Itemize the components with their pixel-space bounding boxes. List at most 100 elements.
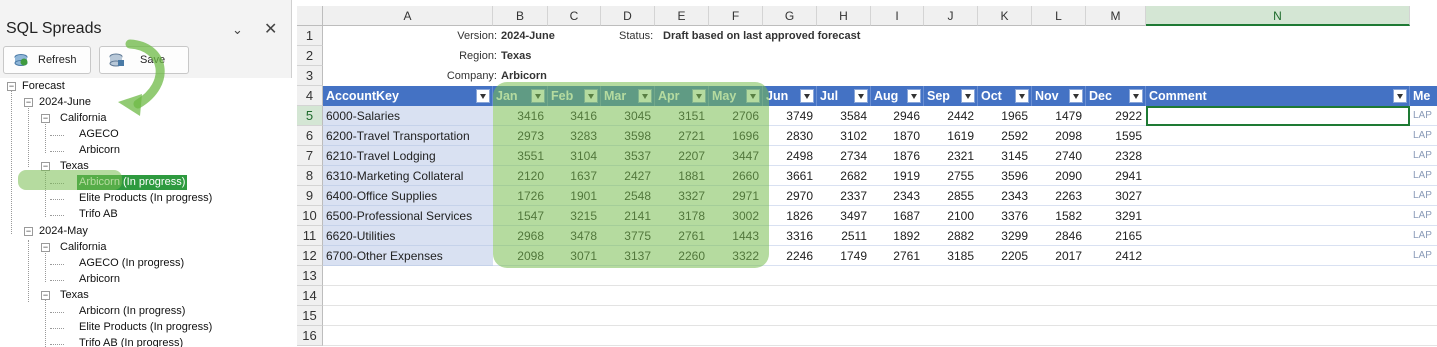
value-cell[interactable]: 2830	[763, 126, 817, 146]
account-key-cell[interactable]: 6700-Other Expenses	[323, 246, 493, 266]
value-cell[interactable]: 3215	[548, 206, 601, 226]
collapse-toggle-icon[interactable]: −	[24, 227, 33, 236]
value-cell[interactable]: 1637	[548, 166, 601, 186]
me-cell[interactable]: LAP	[1410, 206, 1437, 226]
column-header-h[interactable]: H	[817, 6, 871, 26]
value-cell[interactable]: 1892	[871, 226, 924, 246]
column-header-n[interactable]: N	[1146, 6, 1410, 26]
filter-dropdown-icon[interactable]	[692, 89, 706, 103]
account-key-cell[interactable]: 6000-Salaries	[323, 106, 493, 126]
value-cell[interactable]: 2855	[924, 186, 978, 206]
row-header-11[interactable]: 11	[297, 226, 323, 246]
value-cell[interactable]: 2740	[1032, 146, 1086, 166]
value-cell[interactable]: 3551	[493, 146, 548, 166]
value-cell[interactable]: 3537	[601, 146, 655, 166]
row-header-15[interactable]: 15	[297, 306, 323, 326]
row-header-13[interactable]: 13	[297, 266, 323, 286]
value-cell[interactable]: 2098	[1032, 126, 1086, 146]
value-cell[interactable]: 2660	[709, 166, 763, 186]
filter-dropdown-icon[interactable]	[584, 89, 598, 103]
value-cell[interactable]: 3497	[817, 206, 871, 226]
tree-node-california[interactable]: California	[60, 240, 106, 255]
tree-node-arbicorn[interactable]: Arbicorn	[79, 143, 120, 158]
value-cell[interactable]: 1901	[548, 186, 601, 206]
value-cell[interactable]: 1965	[978, 106, 1032, 126]
value-cell[interactable]: 2090	[1032, 166, 1086, 186]
filter-dropdown-icon[interactable]	[800, 89, 814, 103]
value-cell[interactable]: 3027	[1086, 186, 1146, 206]
filter-dropdown-icon[interactable]	[638, 89, 652, 103]
me-cell[interactable]: LAP	[1410, 166, 1437, 186]
column-header-g[interactable]: G	[763, 6, 817, 26]
value-cell[interactable]: 2761	[655, 226, 709, 246]
value-cell[interactable]: 3775	[601, 226, 655, 246]
column-header-k[interactable]: K	[978, 6, 1032, 26]
value-cell[interactable]: 3327	[655, 186, 709, 206]
value-cell[interactable]: 3291	[1086, 206, 1146, 226]
value-cell[interactable]: 2706	[709, 106, 763, 126]
tree-node-2024-june[interactable]: 2024-June	[39, 95, 91, 110]
account-key-cell[interactable]: 6200-Travel Transportation	[323, 126, 493, 146]
me-cell[interactable]: LAP	[1410, 186, 1437, 206]
value-cell[interactable]: 2343	[871, 186, 924, 206]
filter-dropdown-icon[interactable]	[531, 89, 545, 103]
value-cell[interactable]: 3045	[601, 106, 655, 126]
tree-node-arbicorn-in-progress[interactable]: Arbicorn (In progress)	[79, 304, 185, 319]
tree-node-texas[interactable]: Texas	[60, 288, 89, 303]
collapse-toggle-icon[interactable]: −	[41, 114, 50, 123]
value-cell[interactable]: 2141	[601, 206, 655, 226]
column-header-b[interactable]: B	[493, 6, 548, 26]
value-cell[interactable]: 2442	[924, 106, 978, 126]
value-cell[interactable]: 3151	[655, 106, 709, 126]
value-cell[interactable]: 2098	[493, 246, 548, 266]
comment-cell-selected[interactable]	[1146, 106, 1410, 126]
row-header-5[interactable]: 5	[297, 106, 323, 126]
value-cell[interactable]: 1881	[655, 166, 709, 186]
row-header-14[interactable]: 14	[297, 286, 323, 306]
value-cell[interactable]: 1595	[1086, 126, 1146, 146]
tree-node-2024-may[interactable]: 2024-May	[39, 224, 88, 239]
row-header-9[interactable]: 9	[297, 186, 323, 206]
value-cell[interactable]: 1547	[493, 206, 548, 226]
comment-cell[interactable]	[1146, 206, 1410, 226]
value-cell[interactable]: 2205	[978, 246, 1032, 266]
value-cell[interactable]: 2427	[601, 166, 655, 186]
value-cell[interactable]: 3178	[655, 206, 709, 226]
value-cell[interactable]: 2412	[1086, 246, 1146, 266]
value-cell[interactable]: 2165	[1086, 226, 1146, 246]
close-icon[interactable]: ✕	[264, 19, 277, 39]
chevron-down-icon[interactable]: ⌄	[232, 22, 243, 38]
account-key-cell[interactable]: 6210-Travel Lodging	[323, 146, 493, 166]
row-header-7[interactable]: 7	[297, 146, 323, 166]
value-cell[interactable]: 2100	[924, 206, 978, 226]
tree-node-arbicorn-in-progress-selected[interactable]: Arbicorn (In progress)	[77, 175, 188, 190]
value-cell[interactable]: 1876	[871, 146, 924, 166]
row-header-16[interactable]: 16	[297, 326, 323, 346]
value-cell[interactable]: 3299	[978, 226, 1032, 246]
value-cell[interactable]: 2548	[601, 186, 655, 206]
tree-node-texas[interactable]: Texas	[60, 159, 89, 174]
row-header-10[interactable]: 10	[297, 206, 323, 226]
column-header-j[interactable]: J	[924, 6, 978, 26]
account-key-cell[interactable]: 6400-Office Supplies	[323, 186, 493, 206]
me-cell[interactable]: LAP	[1410, 146, 1437, 166]
column-header-a[interactable]: A	[323, 6, 493, 26]
tree-node-arbicorn[interactable]: Arbicorn	[79, 272, 120, 287]
value-cell[interactable]: 2971	[709, 186, 763, 206]
value-cell[interactable]: 2263	[1032, 186, 1086, 206]
filter-dropdown-icon[interactable]	[1015, 89, 1029, 103]
value-cell[interactable]: 2734	[817, 146, 871, 166]
column-header-f[interactable]: F	[709, 6, 763, 26]
filter-dropdown-icon[interactable]	[1069, 89, 1083, 103]
comment-cell[interactable]	[1146, 246, 1410, 266]
value-cell[interactable]: 2120	[493, 166, 548, 186]
value-cell[interactable]: 2970	[763, 186, 817, 206]
column-header-i[interactable]: I	[871, 6, 924, 26]
row-header-1[interactable]: 1	[297, 26, 323, 46]
filter-dropdown-icon[interactable]	[907, 89, 921, 103]
row-header-3[interactable]: 3	[297, 66, 323, 86]
value-cell[interactable]: 1619	[924, 126, 978, 146]
select-all-corner[interactable]	[297, 6, 323, 26]
comment-cell[interactable]	[1146, 186, 1410, 206]
row-header-4[interactable]: 4	[297, 86, 323, 106]
